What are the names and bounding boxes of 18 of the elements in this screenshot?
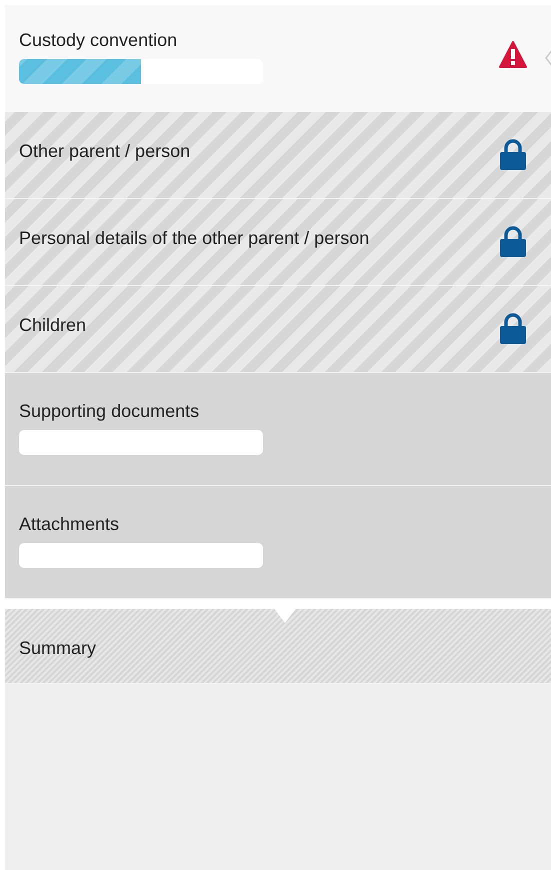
step-row[interactable]: Other parent / person bbox=[5, 112, 551, 199]
step-row[interactable]: Summary bbox=[5, 599, 551, 684]
step-title: Supporting documents bbox=[19, 400, 200, 422]
step-title: Children bbox=[19, 314, 86, 336]
step-row[interactable]: Custody convention bbox=[5, 5, 551, 112]
step-title: Summary bbox=[19, 637, 96, 659]
step-title: Personal details of the other parent / person bbox=[19, 227, 370, 249]
step-row[interactable]: Supporting documents bbox=[5, 373, 551, 486]
step-title: Other parent / person bbox=[19, 140, 190, 162]
chevron-icon[interactable] bbox=[545, 48, 551, 68]
step-title: Custody convention bbox=[19, 29, 178, 51]
lock-icon bbox=[499, 313, 527, 345]
lock-icon bbox=[499, 139, 527, 171]
step-row[interactable]: Personal details of the other parent / person bbox=[5, 199, 551, 286]
lock-icon bbox=[499, 226, 527, 258]
step-row[interactable]: Children bbox=[5, 286, 551, 373]
step-row[interactable]: Attachments bbox=[5, 486, 551, 599]
step-title: Attachments bbox=[19, 513, 120, 535]
